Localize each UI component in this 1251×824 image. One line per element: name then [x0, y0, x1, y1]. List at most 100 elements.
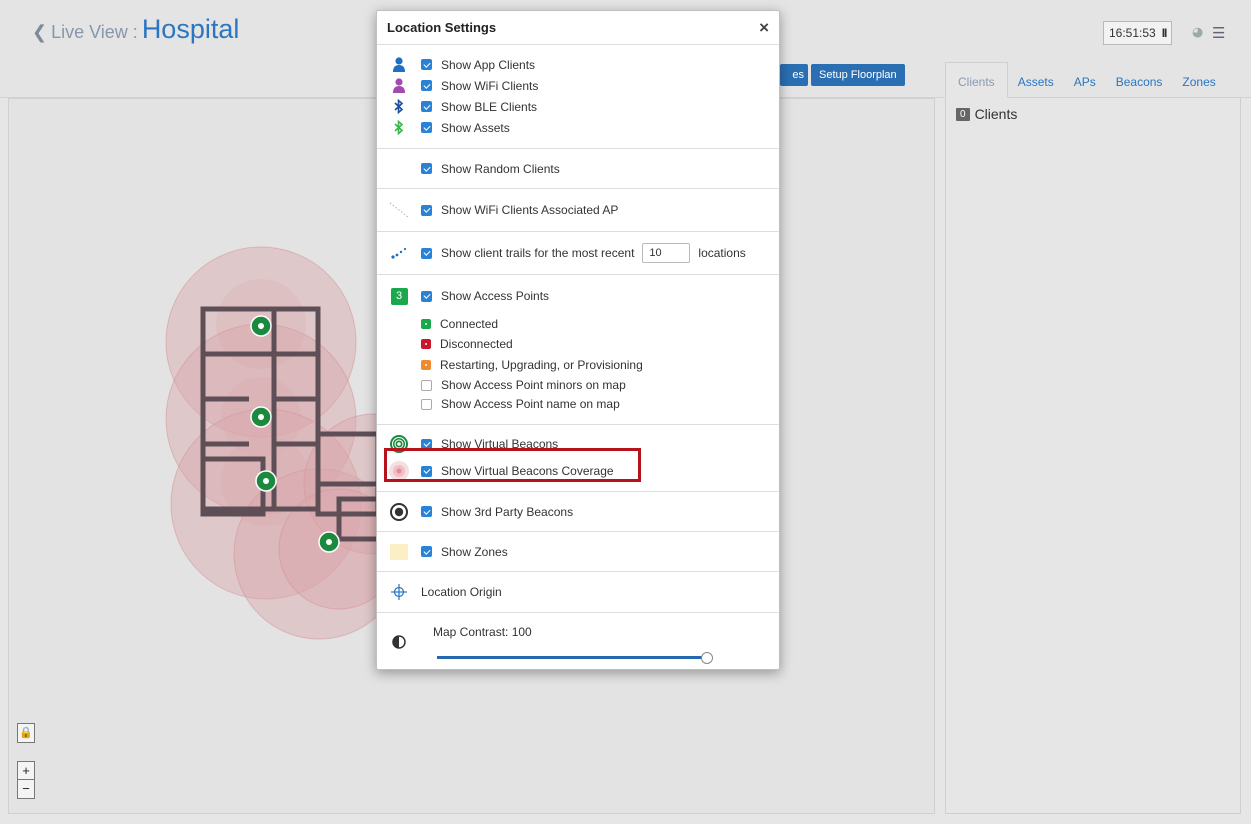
show-virtual-beacons-coverage-row: Show Virtual Beacons Coverage: [377, 461, 779, 481]
zone-swatch-icon: [377, 543, 421, 560]
disconnected-status-icon: [421, 339, 431, 349]
modal-header: Location Settings ×: [377, 11, 779, 45]
show-wifi-assoc-ap-label: Show WiFi Clients Associated AP: [441, 203, 619, 217]
show-wifi-clients-row: Show WiFi Clients: [377, 75, 779, 96]
clock-time: 16:51:53: [1109, 26, 1156, 40]
location-settings-modal: Location Settings × Show App Clients Sho…: [376, 10, 780, 670]
trail-count-input[interactable]: [642, 243, 691, 263]
zoom-out-button[interactable]: −: [18, 780, 34, 798]
restarting-status-icon: [421, 359, 431, 370]
tab-beacons[interactable]: Beacons: [1106, 75, 1173, 97]
location-origin-label: Location Origin: [421, 585, 502, 599]
show-ap-names-label: Show Access Point name on map: [441, 397, 620, 411]
right-panel: Clients Assets APs Beacons Zones 0 Clien…: [945, 60, 1241, 814]
settings-menu-icon[interactable]: ☰: [1212, 24, 1225, 42]
show-zones-row: Show Zones: [377, 542, 508, 562]
client-trails-row: Show client trails for the most recent l…: [377, 243, 746, 263]
show-client-trails-checkbox[interactable]: [421, 247, 432, 259]
show-assets-checkbox[interactable]: [421, 122, 432, 133]
asset-bluetooth-icon: [377, 120, 421, 135]
chevron-left-icon: ❮: [32, 22, 48, 43]
show-random-clients-checkbox[interactable]: [421, 163, 432, 174]
show-app-clients-label: Show App Clients: [441, 57, 536, 72]
zoom-in-button[interactable]: +: [18, 762, 34, 780]
connected-label: Connected: [440, 316, 499, 331]
crosshair-icon: [377, 583, 421, 601]
ap-count-badge: 3: [390, 287, 408, 305]
back-link[interactable]: ❮ Live View : Hospital: [32, 14, 239, 45]
map-contrast-label: Map Contrast: 100: [433, 625, 532, 639]
clients-panel: 0 Clients: [945, 98, 1241, 814]
show-ble-clients-checkbox[interactable]: [421, 101, 432, 112]
show-3rd-party-beacons-checkbox[interactable]: [421, 506, 432, 517]
setup-floorplan-button[interactable]: Setup Floorplan: [811, 64, 905, 86]
slider-track: [437, 656, 707, 659]
access-points-section: 3 Show Access Points Connected Disconnec…: [377, 275, 779, 425]
wifi-client-person-icon: [377, 78, 421, 93]
client-count: 0 Clients: [956, 106, 1230, 122]
tab-assets[interactable]: Assets: [1008, 75, 1064, 97]
map-contrast-slider[interactable]: [437, 652, 713, 664]
show-wifi-assoc-ap-row: Show WiFi Clients Associated AP: [377, 200, 618, 220]
dotted-line-icon: [377, 202, 421, 218]
site-name: Hospital: [141, 14, 240, 44]
client-trails-label: Show client trails for the most recent: [441, 246, 635, 260]
third-party-beacon-icon: [377, 502, 421, 521]
app-client-person-icon: [377, 57, 421, 72]
location-origin-row[interactable]: Location Origin: [377, 582, 502, 602]
show-wifi-clients-checkbox[interactable]: [421, 80, 432, 91]
virtual-beacon-icon: [377, 434, 421, 454]
map-contrast-section: Map Contrast: 100: [377, 613, 779, 677]
speedometer-icon[interactable]: ◕: [1192, 25, 1203, 40]
connected-status-icon: [421, 318, 431, 329]
show-virtual-beacons-label: Show Virtual Beacons: [441, 437, 559, 451]
show-ap-names-checkbox[interactable]: [421, 398, 432, 410]
show-ble-clients-row: Show BLE Clients: [377, 96, 779, 117]
trail-count-suffix: locations: [698, 246, 746, 260]
show-ble-clients-label: Show BLE Clients: [441, 99, 538, 114]
access-point-count-icon: 3: [377, 287, 421, 305]
show-ap-minors-label: Show Access Point minors on map: [441, 378, 626, 392]
contrast-icon: [377, 635, 421, 649]
show-access-points-checkbox[interactable]: [421, 290, 432, 302]
trail-dots-icon: [377, 247, 421, 259]
show-random-clients-row: Show Random Clients: [377, 159, 560, 179]
ap-status-connected: Connected: [377, 313, 779, 334]
pause-icon[interactable]: II: [1162, 22, 1168, 44]
random-clients-section: Show Random Clients: [377, 149, 779, 189]
show-virtual-beacons-coverage-checkbox[interactable]: [421, 465, 432, 477]
show-wifi-assoc-ap-checkbox[interactable]: [421, 204, 432, 216]
ap-names-row: Show Access Point name on map: [377, 395, 779, 413]
show-virtual-beacons-checkbox[interactable]: [421, 438, 432, 450]
close-icon[interactable]: ×: [759, 19, 769, 36]
tab-zones[interactable]: Zones: [1172, 75, 1225, 97]
zones-section: Show Zones: [377, 532, 779, 572]
zoom-controls: + −: [17, 761, 35, 799]
disconnected-label: Disconnected: [440, 337, 513, 351]
partial-header-button-label: es: [792, 69, 804, 81]
tab-clients[interactable]: Clients: [945, 62, 1008, 98]
bluetooth-icon: [377, 99, 421, 114]
tab-aps[interactable]: APs: [1064, 75, 1106, 97]
show-random-clients-label: Show Random Clients: [441, 161, 560, 176]
show-app-clients-checkbox[interactable]: [421, 59, 432, 70]
live-view-label: Live View :: [51, 22, 138, 42]
zone-swatch: [390, 543, 408, 560]
show-wifi-clients-label: Show WiFi Clients: [441, 78, 539, 93]
location-origin-section: Location Origin: [377, 572, 779, 613]
show-zones-label: Show Zones: [441, 544, 508, 559]
show-virtual-beacons-coverage-label: Show Virtual Beacons Coverage: [441, 464, 614, 478]
show-assets-row: Show Assets: [377, 117, 779, 138]
show-zones-checkbox[interactable]: [421, 546, 432, 557]
show-ap-minors-checkbox[interactable]: [421, 379, 432, 391]
ap-status-disconnected: Disconnected: [377, 334, 779, 354]
slider-knob[interactable]: [701, 652, 713, 664]
virtual-beacons-section: Show Virtual Beacons Show Virtual Beacon…: [377, 425, 779, 492]
partial-header-button[interactable]: es: [780, 64, 808, 86]
restarting-label: Restarting, Upgrading, or Provisioning: [440, 357, 643, 372]
ap-status-restarting: Restarting, Upgrading, or Provisioning: [377, 354, 779, 375]
show-access-points-row: 3 Show Access Points: [377, 285, 779, 307]
wifi-ap-association-section: Show WiFi Clients Associated AP: [377, 189, 779, 232]
map-lock-button[interactable]: 🔒: [17, 723, 35, 743]
show-virtual-beacons-row: Show Virtual Beacons: [377, 434, 779, 454]
